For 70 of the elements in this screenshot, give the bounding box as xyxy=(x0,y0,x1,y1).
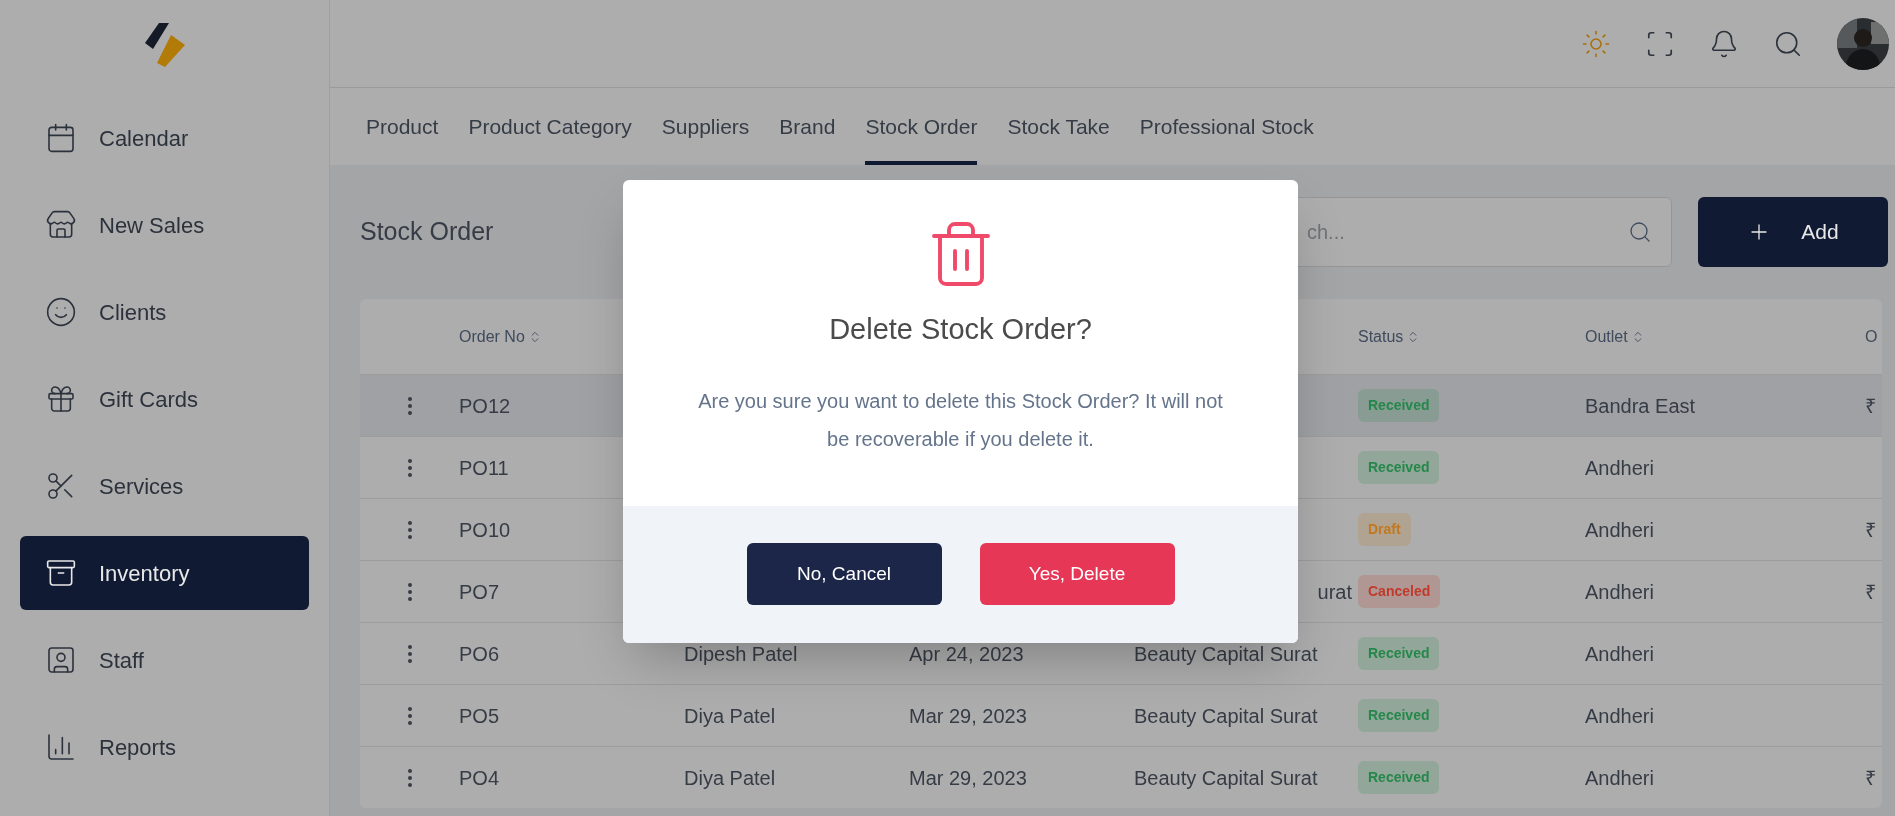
table-cell-text: Andheri xyxy=(1585,455,1654,481)
calendar-icon xyxy=(45,122,77,154)
sidebar-item[interactable]: Gift Cards xyxy=(20,362,309,436)
table-cell-text: PO12 xyxy=(459,393,511,419)
table-cell-text: Diya Patel xyxy=(684,765,776,791)
sidebar-item[interactable]: Services xyxy=(20,449,309,523)
archive-icon xyxy=(45,557,77,589)
sidebar-item[interactable]: Clients xyxy=(20,275,309,349)
table-cell-text: Mar 29, 2023 xyxy=(909,765,1027,791)
dialog-message: Are you sure you want to delete this Stock Order? It will not be recoverable if you delete it. xyxy=(697,388,1224,452)
tab[interactable]: Brand xyxy=(779,88,836,165)
tab[interactable]: Stock Order xyxy=(865,88,978,165)
add-button[interactable]: Add xyxy=(1698,197,1888,267)
face-icon xyxy=(45,296,77,328)
page-title: Stock Order xyxy=(360,216,494,248)
status-tag: Canceled xyxy=(1358,575,1441,608)
table-cell-text: PO10 xyxy=(459,517,511,543)
gift-icon xyxy=(45,383,77,415)
table-cell-text: Beauty Capital Surat xyxy=(1134,703,1318,729)
table-cell-text: Apr 24, 2023 xyxy=(909,641,1024,667)
table-cell-text: PO4 xyxy=(459,765,500,791)
table-cell-text: Bandra East xyxy=(1585,393,1696,419)
table-cell-text: Andheri xyxy=(1585,579,1654,605)
table-cell-text: ₹ xyxy=(1865,393,1876,419)
column-header[interactable]: Outlet xyxy=(1585,324,1645,349)
sidebar-item[interactable]: Inventory xyxy=(20,536,309,610)
table-cell-text: Andheri xyxy=(1585,765,1654,791)
bar-chart-icon xyxy=(45,731,77,763)
table-cell-text: PO5 xyxy=(459,703,500,729)
tab[interactable]: Product Category xyxy=(468,88,632,165)
table-cell-text: Andheri xyxy=(1585,517,1654,543)
status-tag: Received xyxy=(1358,699,1440,732)
status-tag: Received xyxy=(1358,761,1440,794)
tab[interactable]: Suppliers xyxy=(661,88,750,165)
status-tag: Draft xyxy=(1358,513,1411,546)
logo xyxy=(142,21,187,67)
table-cell-text: Beauty Capital Surat xyxy=(1134,765,1318,791)
store-icon xyxy=(45,209,77,241)
tab[interactable]: Stock Take xyxy=(1007,88,1110,165)
table-cell-text: ₹ xyxy=(1865,765,1876,791)
search-icon xyxy=(1628,220,1652,244)
table-cell-text: PO6 xyxy=(459,641,500,667)
tab[interactable]: Professional Stock xyxy=(1139,88,1314,165)
table-cell-text: PO11 xyxy=(459,455,509,481)
status-tag: Received xyxy=(1358,451,1440,484)
notification-bell-icon[interactable] xyxy=(1709,28,1739,59)
column-header[interactable]: Order No xyxy=(459,324,542,349)
sidebar-item[interactable]: New Sales xyxy=(20,188,309,262)
column-header[interactable]: Status xyxy=(1358,324,1421,349)
id-badge-icon xyxy=(45,644,77,676)
table-cell-text: Mar 29, 2023 xyxy=(909,703,1027,729)
table-cell-text: Andheri xyxy=(1585,703,1654,729)
delete-button[interactable]: Yes, Delete xyxy=(979,543,1175,605)
tab[interactable]: Product xyxy=(366,88,439,165)
status-tag: Received xyxy=(1358,637,1440,670)
table-cell-text: ₹ xyxy=(1865,579,1876,605)
sidebar-item[interactable]: Calendar xyxy=(20,101,309,175)
table-cell-text: PO7 xyxy=(459,579,500,605)
sidebar-item[interactable]: Staff xyxy=(20,623,309,697)
table-cell-text: Diya Patel xyxy=(684,703,776,729)
status-tag: Received xyxy=(1358,389,1440,422)
table-cell-text: ₹ xyxy=(1865,517,1876,543)
sidebar-item[interactable]: Reports xyxy=(20,710,309,784)
table-cell-text: urat xyxy=(1317,579,1352,605)
cancel-button[interactable]: No, Cancel xyxy=(746,543,942,605)
dialog-title: Delete Stock Order? xyxy=(829,312,1092,347)
table-cell-text: Andheri xyxy=(1585,641,1654,667)
table-cell-text: Beauty Capital Surat xyxy=(1134,641,1318,667)
column-header[interactable]: O xyxy=(1865,324,1878,349)
table-cell-text: Dipesh Patel xyxy=(684,641,798,667)
